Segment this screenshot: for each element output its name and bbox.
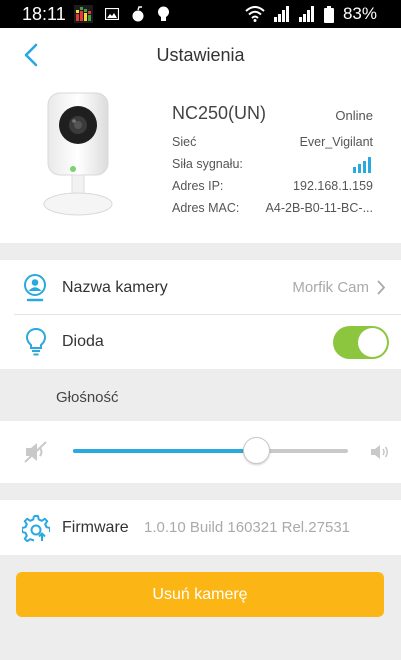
- gear-upload-icon: [22, 515, 50, 542]
- led-row: Dioda: [0, 315, 401, 369]
- firmware-label: Firmware: [62, 519, 129, 536]
- volume-label: Głośność: [56, 389, 119, 406]
- volume-mute-icon[interactable]: [24, 441, 48, 463]
- wifi-icon: [245, 6, 265, 22]
- info-row-mac: Adres MAC: A4-2B-B0-11-BC-...: [172, 201, 373, 217]
- led-toggle[interactable]: [333, 326, 389, 359]
- page-title: Ustawienia: [156, 45, 245, 65]
- firmware-version: 1.0.10 Build 160321 Rel.27531: [144, 519, 351, 536]
- info-value: Ever_Vigilant: [299, 135, 373, 149]
- image-icon: [105, 8, 119, 20]
- battery-icon: [323, 5, 334, 23]
- volume-slider[interactable]: [73, 437, 348, 464]
- info-row-ip: Adres IP: 192.168.1.159: [172, 179, 373, 195]
- camera-status: Online: [335, 108, 373, 123]
- firmware-card: Firmware 1.0.10 Build 160321 Rel.27531: [0, 500, 401, 555]
- info-row-network: Sieć Ever_Vigilant: [172, 135, 373, 151]
- info-label: Adres IP:: [172, 179, 224, 193]
- camera-name-row[interactable]: Nazwa kamery Morfik Cam: [0, 260, 401, 314]
- toggle-knob: [358, 328, 387, 357]
- info-label: Sieć: [172, 135, 197, 149]
- camera-name-value: Morfik Cam: [292, 279, 369, 296]
- camera-info-panel: NC250(UN) Online Sieć Ever_Vigilant Siła…: [0, 83, 401, 243]
- signal-strength-icon: [298, 6, 314, 22]
- camera-image: [43, 92, 113, 216]
- signal-strength-icon: [273, 6, 289, 22]
- camera-user-icon: [24, 274, 46, 302]
- equalizer-icon: [74, 5, 93, 23]
- info-label: Siła sygnału:: [172, 157, 243, 171]
- remove-camera-button[interactable]: Usuń kamerę: [16, 572, 384, 617]
- info-value: A4-2B-B0-11-BC-...: [265, 201, 373, 215]
- lightbulb-icon: [25, 327, 47, 356]
- info-value: 192.168.1.159: [293, 179, 373, 193]
- info-row-signal: Siła sygnału:: [172, 157, 373, 173]
- volume-slider-thumb[interactable]: [242, 437, 270, 464]
- settings-card: Nazwa kamery Morfik Cam Dioda: [0, 260, 401, 369]
- led-label: Dioda: [62, 333, 104, 350]
- battery-percent: 83%: [342, 4, 377, 23]
- status-time: 18:11: [22, 4, 66, 24]
- bomb-icon: [132, 6, 144, 22]
- info-label: Adres MAC:: [172, 201, 240, 215]
- camera-model: NC250(UN): [172, 103, 267, 123]
- system-icons: 83%: [245, 4, 377, 24]
- notification-icons: [74, 5, 170, 23]
- lightbulb-icon: [158, 6, 169, 21]
- status-bar: 18:11 83%: [0, 0, 401, 28]
- chevron-right-icon: [377, 280, 386, 295]
- volume-up-icon[interactable]: [370, 443, 390, 461]
- camera-name-label: Nazwa kamery: [62, 279, 168, 296]
- volume-slider-fill: [73, 449, 255, 453]
- signal-bars-icon: [353, 157, 373, 176]
- nav-bar: Ustawienia: [0, 28, 401, 83]
